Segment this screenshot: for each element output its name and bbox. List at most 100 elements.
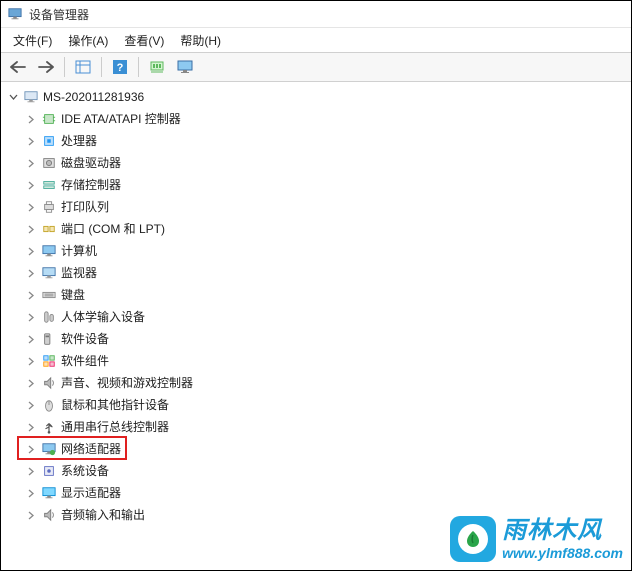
expand-icon[interactable] <box>25 311 37 323</box>
expand-icon[interactable] <box>25 509 37 521</box>
audio-icon <box>41 507 57 523</box>
system-icon <box>41 463 57 479</box>
expand-icon[interactable] <box>25 113 37 125</box>
toolbar-separator <box>101 57 102 77</box>
tree-item[interactable]: 计算机 <box>3 240 629 262</box>
cpu-icon <box>41 133 57 149</box>
tree-item[interactable]: 打印队列 <box>3 196 629 218</box>
tree-item[interactable]: 声音、视频和游戏控制器 <box>3 372 629 394</box>
monitor-icon <box>41 265 57 281</box>
expand-icon[interactable] <box>25 289 37 301</box>
watermark-text-cn: 雨林木风 <box>502 517 623 545</box>
tree-item[interactable]: 系统设备 <box>3 460 629 482</box>
tree-item-label: 存储控制器 <box>61 179 121 191</box>
usb-icon <box>41 419 57 435</box>
tree-item-label: 键盘 <box>61 289 85 301</box>
device-tree[interactable]: MS-202011281936 IDE ATA/ATAPI 控制器处理器磁盘驱动… <box>1 82 631 530</box>
expand-icon[interactable] <box>25 135 37 147</box>
tree-item-label: 声音、视频和游戏控制器 <box>61 377 193 389</box>
tree-item-label: 人体学输入设备 <box>61 311 145 323</box>
computer-icon <box>41 243 57 259</box>
toolbar-separator <box>138 57 139 77</box>
toolbar-separator <box>64 57 65 77</box>
tree-item[interactable]: 显示适配器 <box>3 482 629 504</box>
tree-item[interactable]: IDE ATA/ATAPI 控制器 <box>3 108 629 130</box>
tree-root-row[interactable]: MS-202011281936 <box>3 86 629 108</box>
watermark: 雨林木风 www.ylmf888.com <box>450 516 623 562</box>
tree-item-label: 软件组件 <box>61 355 109 367</box>
component-icon <box>41 353 57 369</box>
display-icon <box>41 485 57 501</box>
storage-icon <box>41 177 57 193</box>
tree-item-label: 磁盘驱动器 <box>61 157 121 169</box>
expand-icon[interactable] <box>25 355 37 367</box>
tree-item-label: 计算机 <box>61 245 97 257</box>
tree-item[interactable]: 软件组件 <box>3 350 629 372</box>
expand-icon[interactable] <box>25 465 37 477</box>
port-icon <box>41 221 57 237</box>
tree-item[interactable]: 鼠标和其他指针设备 <box>3 394 629 416</box>
software-icon <box>41 331 57 347</box>
tree-item-label: 通用串行总线控制器 <box>61 421 169 433</box>
arrow-left-icon <box>10 60 26 74</box>
tree-item[interactable]: 人体学输入设备 <box>3 306 629 328</box>
tree-item[interactable]: 通用串行总线控制器 <box>3 416 629 438</box>
expand-icon[interactable] <box>25 421 37 433</box>
tree-item[interactable]: 处理器 <box>3 130 629 152</box>
tree-item[interactable]: 磁盘驱动器 <box>3 152 629 174</box>
expand-icon[interactable] <box>25 333 37 345</box>
tree-item-label: 网络适配器 <box>61 443 121 455</box>
show-hidden-button[interactable] <box>70 55 96 79</box>
tree-root-label: MS-202011281936 <box>43 91 144 103</box>
back-button[interactable] <box>5 55 31 79</box>
expand-icon[interactable] <box>25 487 37 499</box>
help-button[interactable]: ? <box>107 55 133 79</box>
expand-icon[interactable] <box>25 267 37 279</box>
tree-item[interactable]: 软件设备 <box>3 328 629 350</box>
expand-icon[interactable] <box>25 399 37 411</box>
svg-text:?: ? <box>117 62 124 74</box>
forward-button[interactable] <box>33 55 59 79</box>
title-bar: 设备管理器 <box>1 1 631 28</box>
menu-bar: 文件(F) 操作(A) 查看(V) 帮助(H) <box>1 28 631 52</box>
menu-view[interactable]: 查看(V) <box>116 30 172 51</box>
help-icon: ? <box>113 60 127 74</box>
tree-item-label: 处理器 <box>61 135 97 147</box>
collapse-icon[interactable] <box>7 91 19 103</box>
tree-item[interactable]: 端口 (COM 和 LPT) <box>3 218 629 240</box>
tree-item[interactable]: 网络适配器 <box>3 438 629 460</box>
tree-item[interactable]: 监视器 <box>3 262 629 284</box>
expand-icon[interactable] <box>25 377 37 389</box>
tree-item-label: IDE ATA/ATAPI 控制器 <box>61 113 181 125</box>
computer-icon <box>23 89 39 105</box>
chip-icon <box>41 111 57 127</box>
audio-icon <box>41 375 57 391</box>
tree-item-label: 软件设备 <box>61 333 109 345</box>
tree-item-label: 音频输入和输出 <box>61 509 145 521</box>
tree-item-label: 鼠标和其他指针设备 <box>61 399 169 411</box>
disk-icon <box>41 155 57 171</box>
hid-icon <box>41 309 57 325</box>
expand-icon[interactable] <box>25 223 37 235</box>
expand-icon[interactable] <box>25 245 37 257</box>
expand-icon[interactable] <box>25 157 37 169</box>
monitor-icon <box>177 60 193 74</box>
menu-action[interactable]: 操作(A) <box>60 30 116 51</box>
menu-help[interactable]: 帮助(H) <box>172 30 229 51</box>
tree-item-label: 系统设备 <box>61 465 109 477</box>
properties-button[interactable] <box>172 55 198 79</box>
expand-icon[interactable] <box>25 443 37 455</box>
tree-item-label: 监视器 <box>61 267 97 279</box>
expand-icon[interactable] <box>25 179 37 191</box>
tree-item[interactable]: 键盘 <box>3 284 629 306</box>
tree-item[interactable]: 存储控制器 <box>3 174 629 196</box>
watermark-logo-icon <box>450 516 496 562</box>
arrow-right-icon <box>38 60 54 74</box>
scan-hardware-button[interactable] <box>144 55 170 79</box>
expand-icon[interactable] <box>25 201 37 213</box>
menu-file[interactable]: 文件(F) <box>5 30 60 51</box>
tree-item-label: 端口 (COM 和 LPT) <box>61 223 165 235</box>
toolbar: ? <box>1 52 631 82</box>
scan-icon <box>149 60 165 74</box>
keyboard-icon <box>41 287 57 303</box>
